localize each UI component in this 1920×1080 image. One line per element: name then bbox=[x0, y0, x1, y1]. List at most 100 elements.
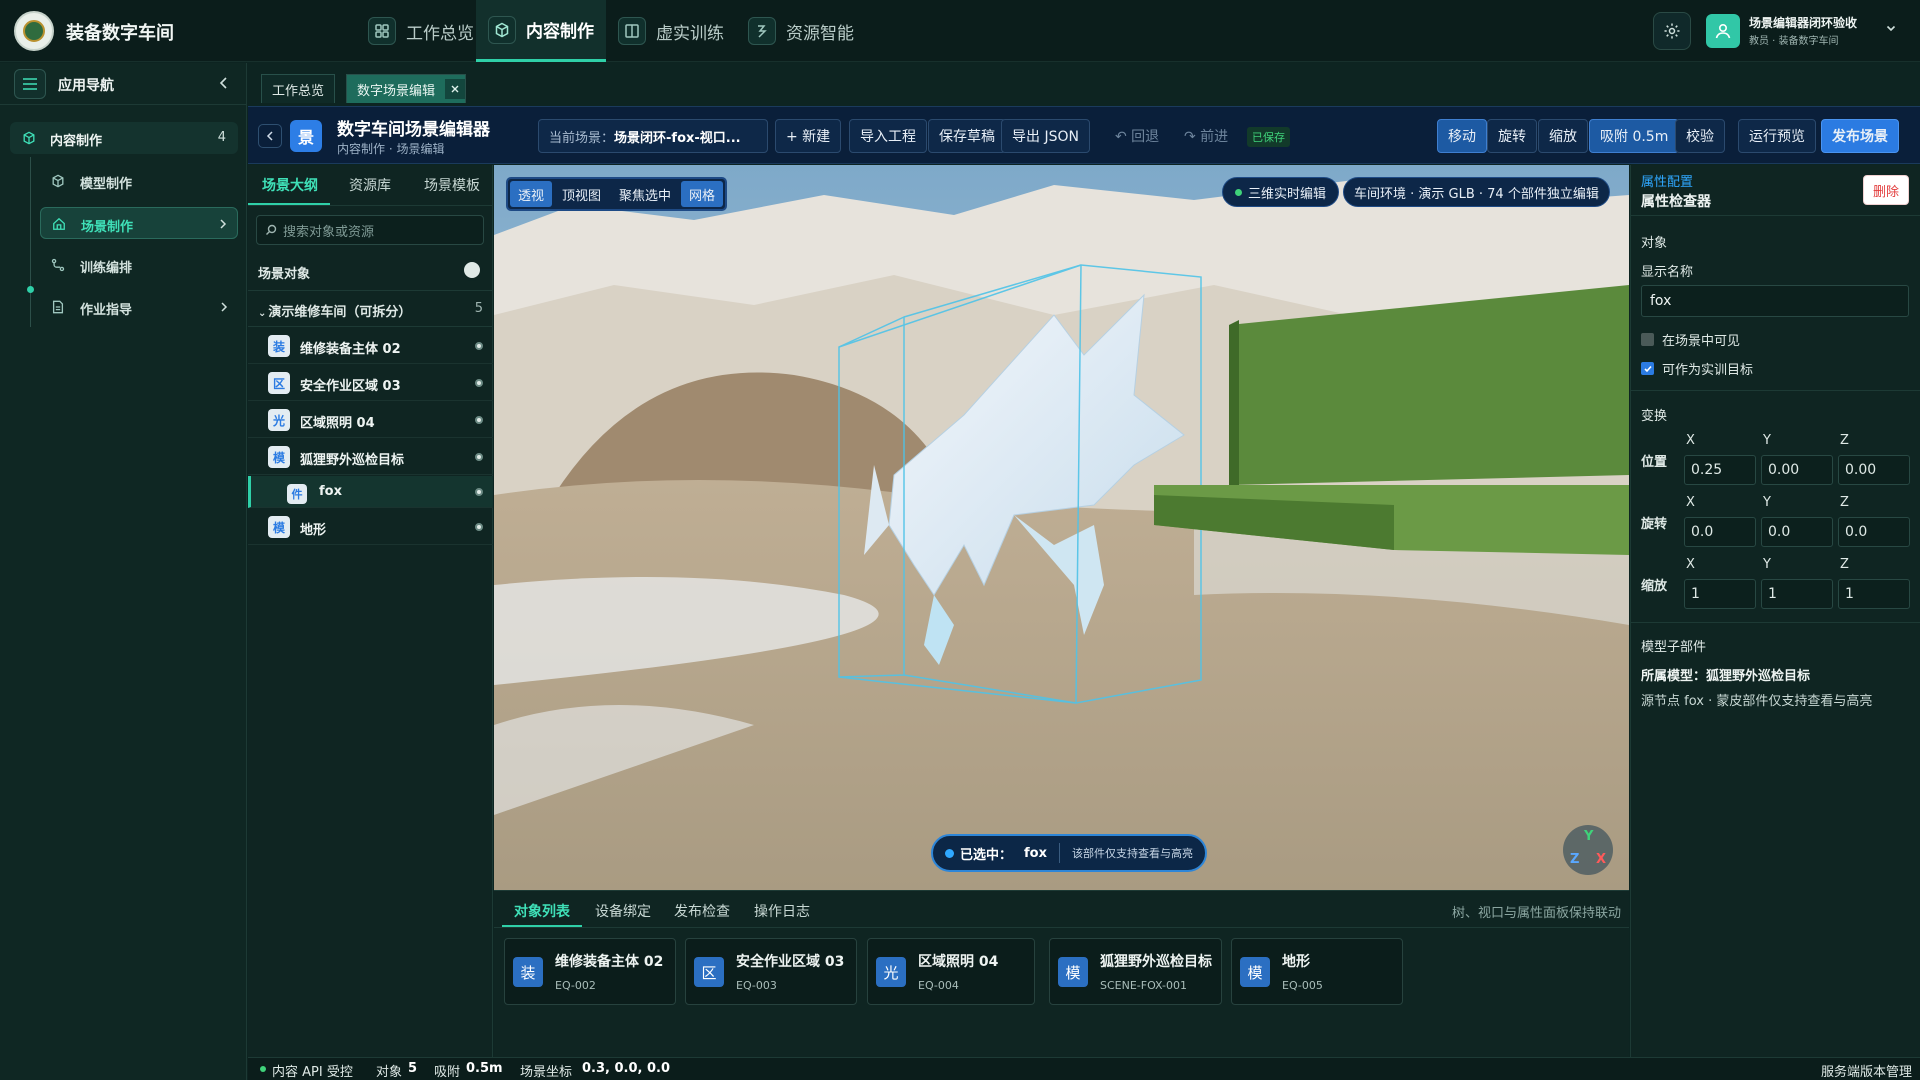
doc-icon bbox=[51, 300, 65, 314]
object-card[interactable]: 区 安全作业区域 03 EQ-003 bbox=[685, 938, 857, 1005]
new-button[interactable]: + 新建 bbox=[775, 119, 842, 153]
tree-row[interactable]: 光 区域照明 04 bbox=[248, 402, 493, 438]
nav-item-training[interactable]: 训练编排 bbox=[40, 249, 238, 281]
settings-button[interactable] bbox=[1653, 12, 1691, 50]
coord-label: 场景坐标 bbox=[520, 1065, 573, 1080]
property-inspector: 属性配置 属性检查器 删除 对象 显示名称 fox 在场景中可见 可作为实训目标… bbox=[1630, 165, 1920, 1057]
axis-gizmo[interactable]: Y Z X bbox=[1563, 825, 1613, 875]
topnav-training[interactable]: 虚实训练 bbox=[606, 0, 736, 62]
publish-button[interactable]: 发布场景 bbox=[1821, 119, 1899, 153]
tab-operation-log[interactable]: 操作日志 bbox=[754, 901, 810, 921]
object-card[interactable]: 模 地形 EQ-005 bbox=[1231, 938, 1403, 1005]
visibility-dot-icon[interactable] bbox=[475, 416, 483, 424]
snap-button[interactable]: 吸附 0.5m bbox=[1589, 119, 1680, 153]
visible-checkbox[interactable]: 在场景中可见 bbox=[1641, 330, 1740, 349]
axis-x-label: X bbox=[1596, 852, 1607, 867]
collapse-icon[interactable] bbox=[218, 76, 230, 90]
visibility-dot-icon[interactable] bbox=[475, 379, 483, 387]
search-input[interactable]: 搜索对象或资源 bbox=[256, 215, 484, 245]
undo-button[interactable]: ↶ 回退 bbox=[1105, 119, 1169, 153]
chevron-down-icon[interactable] bbox=[1885, 22, 1897, 34]
delete-button[interactable]: 删除 bbox=[1863, 175, 1909, 205]
topnav-resources[interactable]: 资源智能 bbox=[736, 0, 866, 62]
toggle-icon[interactable] bbox=[461, 259, 483, 281]
scale-z-input[interactable]: 1 bbox=[1838, 579, 1910, 609]
object-badge: 模 bbox=[268, 516, 290, 538]
rotate-tool-button[interactable]: 旋转 bbox=[1487, 119, 1537, 153]
tab-outline[interactable]: 场景大纲 bbox=[262, 175, 318, 195]
visibility-dot-icon[interactable] bbox=[475, 523, 483, 531]
import-button[interactable]: 导入工程 bbox=[849, 119, 927, 153]
perspective-toggle[interactable]: 透视 bbox=[510, 181, 553, 207]
preview-button[interactable]: 运行预览 bbox=[1738, 119, 1816, 153]
focus-selected-button[interactable]: 聚焦选中 bbox=[611, 181, 679, 207]
rotation-z-input[interactable]: 0.0 bbox=[1838, 517, 1910, 547]
tab-library[interactable]: 资源库 bbox=[349, 175, 391, 195]
tab-scene-editor[interactable]: 数字场景编辑 bbox=[346, 74, 467, 103]
scene-objects-label: 场景对象 bbox=[258, 267, 311, 282]
redo-button[interactable]: ↷ 前进 bbox=[1174, 119, 1238, 153]
nav-header: 应用导航 bbox=[0, 63, 247, 105]
editor-subtitle: 内容制作 · 场景编辑 bbox=[337, 142, 445, 156]
nav-group-content[interactable]: 内容制作 4 bbox=[10, 122, 238, 154]
api-status: 内容 API 受控 bbox=[272, 1065, 353, 1080]
tree-row[interactable]: 装 维修装备主体 02 bbox=[248, 328, 493, 364]
checkbox-unchecked-icon bbox=[1641, 333, 1654, 346]
position-label: 位置 bbox=[1641, 455, 1668, 470]
topnav-content[interactable]: 内容制作 bbox=[476, 0, 606, 62]
menu-button[interactable] bbox=[14, 69, 46, 99]
tree-row-label: 区域照明 04 bbox=[300, 416, 375, 431]
move-tool-button[interactable]: 移动 bbox=[1437, 119, 1487, 153]
top-view-toggle[interactable]: 顶视图 bbox=[554, 181, 609, 207]
object-card[interactable]: 光 区域照明 04 EQ-004 bbox=[867, 938, 1035, 1005]
close-icon[interactable] bbox=[445, 79, 466, 99]
tab-overview[interactable]: 工作总览 bbox=[261, 74, 336, 103]
position-x-input[interactable]: 0.25 bbox=[1684, 455, 1756, 485]
back-button[interactable] bbox=[258, 124, 282, 148]
tab-device-binding[interactable]: 设备绑定 bbox=[595, 901, 651, 921]
object-card[interactable]: 装 维修装备主体 02 EQ-002 bbox=[504, 938, 676, 1005]
scene-select[interactable]: 当前场景： 场景闭环-fox-视口... bbox=[538, 119, 768, 153]
display-name-input[interactable]: fox bbox=[1641, 285, 1909, 317]
export-json-button[interactable]: 导出 JSON bbox=[1001, 119, 1090, 153]
grid-toggle[interactable]: 网格 bbox=[681, 181, 724, 207]
rotation-x-input[interactable]: 0.0 bbox=[1684, 517, 1756, 547]
user-avatar[interactable] bbox=[1706, 14, 1740, 48]
tab-templates[interactable]: 场景模板 bbox=[424, 175, 480, 195]
visibility-dot-icon[interactable] bbox=[475, 342, 483, 350]
scale-tool-button[interactable]: 缩放 bbox=[1538, 119, 1588, 153]
validate-button[interactable]: 校验 bbox=[1675, 119, 1725, 153]
scale-x-input[interactable]: 1 bbox=[1684, 579, 1756, 609]
tree-row[interactable]: 模 狐狸野外巡检目标 bbox=[248, 439, 493, 475]
object-card[interactable]: 模 狐狸野外巡检目标 SCENE-FOX-001 bbox=[1049, 938, 1222, 1005]
3d-viewport[interactable]: 透视 顶视图 聚焦选中 网格 三维实时编辑 车间环境 · 演示 GLB · 74… bbox=[494, 165, 1629, 890]
cube-icon bbox=[51, 174, 65, 188]
tree-group-row[interactable]: ⌄ 演示维修车间（可拆分） 5 bbox=[248, 291, 493, 327]
topnav-overview[interactable]: 工作总览 bbox=[356, 0, 486, 62]
scale-label: 缩放 bbox=[1641, 579, 1668, 594]
tab-object-list[interactable]: 对象列表 bbox=[514, 901, 570, 921]
scale-y-input[interactable]: 1 bbox=[1761, 579, 1833, 609]
tab-publish-check[interactable]: 发布检查 bbox=[674, 901, 730, 921]
version-management-link[interactable]: 服务端版本管理 bbox=[1821, 1061, 1912, 1080]
nav-item-label: 训练编排 bbox=[80, 261, 133, 276]
visibility-dot-icon[interactable] bbox=[475, 453, 483, 461]
position-z-input[interactable]: 0.00 bbox=[1838, 455, 1910, 485]
visibility-dot-icon[interactable] bbox=[475, 488, 483, 496]
tree-line bbox=[30, 157, 31, 327]
target-label: 可作为实训目标 bbox=[1662, 363, 1754, 378]
nav-group-count: 4 bbox=[217, 130, 226, 145]
nav-item-scene[interactable]: 场景制作 bbox=[40, 207, 238, 239]
scene-render bbox=[494, 165, 1629, 890]
divider bbox=[1631, 622, 1920, 623]
nav-item-guide[interactable]: 作业指导 bbox=[40, 291, 238, 323]
rotation-y-input[interactable]: 0.0 bbox=[1761, 517, 1833, 547]
tree-row[interactable]: 区 安全作业区域 03 bbox=[248, 365, 493, 401]
training-target-checkbox[interactable]: 可作为实训目标 bbox=[1641, 359, 1753, 378]
save-draft-button[interactable]: 保存草稿 bbox=[928, 119, 1006, 153]
tree-row[interactable]: 模 地形 bbox=[248, 509, 493, 545]
tree-row-selected[interactable]: 件 fox bbox=[248, 476, 493, 508]
nav-item-model[interactable]: 模型制作 bbox=[40, 165, 238, 197]
position-y-input[interactable]: 0.00 bbox=[1761, 455, 1833, 485]
topnav-label: 工作总览 bbox=[406, 23, 474, 44]
